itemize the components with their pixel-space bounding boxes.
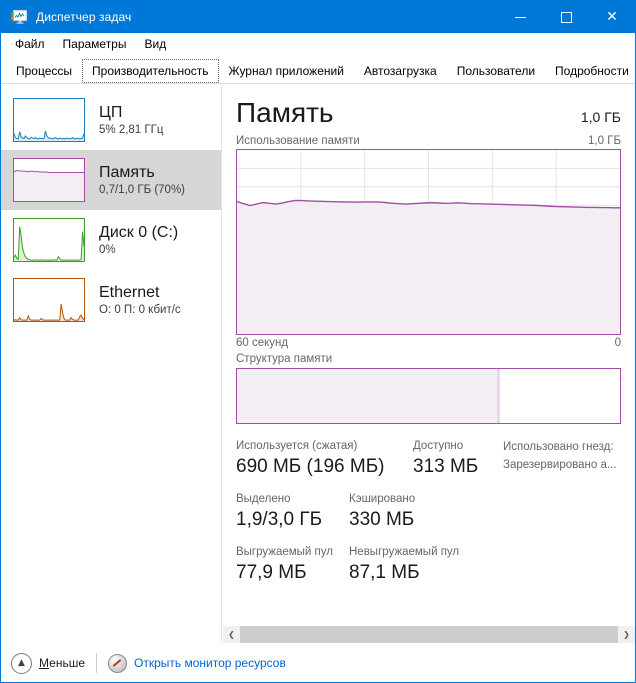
composition-in-use-segment	[237, 369, 498, 423]
window-controls: ✕	[497, 1, 635, 33]
tab-details[interactable]: Подробности	[545, 59, 636, 83]
content-area: ЦП 5% 2,81 ГГц Память 0,7/1,0 ГБ (70%) Д…	[1, 84, 635, 643]
close-icon: ✕	[606, 9, 618, 25]
fewer-details-label: Меньше	[39, 656, 85, 670]
menu-file[interactable]: Файл	[7, 35, 53, 54]
ethernet-sparkline	[13, 278, 85, 322]
task-manager-window: Диспетчер задач ✕ Файл Параметры Вид Про…	[0, 0, 636, 683]
maximize-icon	[560, 11, 572, 23]
sidebar-memory-title: Память	[99, 163, 155, 181]
minimize-icon	[514, 17, 526, 18]
window-title: Диспетчер задач	[36, 10, 132, 24]
scrollbar-thumb[interactable]	[240, 626, 618, 643]
sidebar-item-cpu[interactable]: ЦП 5% 2,81 ГГц	[1, 90, 221, 150]
tab-processes[interactable]: Процессы	[6, 59, 82, 83]
stat-nonpaged-pool: Невыгружаемый пул 87,1 МБ	[349, 544, 459, 585]
sidebar-item-ethernet[interactable]: Ethernet О: 0 П: 0 кбит/с	[1, 270, 221, 330]
menu-bar: Файл Параметры Вид	[1, 33, 635, 56]
minimize-button[interactable]	[497, 1, 543, 33]
sidebar-memory-text: Память 0,7/1,0 ГБ (70%)	[99, 163, 185, 198]
fewer-details-button[interactable]: ▲ Меньше	[11, 652, 85, 674]
memory-composition-bar[interactable]	[236, 368, 621, 424]
stat-cached-label: Кэшировано	[349, 493, 416, 505]
stat-hardware-reserved-label: Зарезервировано а...	[503, 459, 617, 471]
memory-detail-panel: Память 1,0 ГБ Использование памяти 1,0 Г…	[222, 84, 635, 643]
status-bar: ▲ Меньше Открыть монитор ресурсов	[1, 643, 635, 682]
tab-app-history[interactable]: Журнал приложений	[219, 59, 354, 83]
sidebar-memory-subtitle: 0,7/1,0 ГБ (70%)	[99, 183, 186, 196]
tab-bar: Процессы Производительность Журнал прило…	[1, 56, 635, 84]
resource-monitor-icon	[108, 653, 127, 673]
close-button[interactable]: ✕	[589, 1, 635, 33]
stat-available-label: Доступно	[413, 440, 464, 452]
stat-paged-pool: Выгружаемый пул 77,9 МБ	[236, 544, 349, 585]
chevron-up-icon: ▲	[11, 652, 32, 674]
fewer-details-rest: еньше	[49, 656, 85, 670]
sidebar-cpu-subtitle: 5% 2,81 ГГц	[99, 123, 164, 136]
menu-view[interactable]: Вид	[136, 35, 174, 54]
tab-performance[interactable]: Производительность	[82, 59, 219, 83]
memory-composition-label: Структура памяти	[236, 353, 333, 365]
horizontal-scrollbar[interactable]: ❮ ❯	[223, 626, 635, 643]
axis-label-left: 60 секунд	[236, 337, 289, 349]
title-bar: Диспетчер задач ✕	[1, 1, 635, 33]
scroll-left-arrow-icon[interactable]: ❮	[223, 626, 240, 643]
task-manager-icon	[10, 8, 28, 26]
open-resource-monitor-label: Открыть монитор ресурсов	[134, 656, 286, 670]
memory-usage-labels: Использование памяти 1,0 ГБ	[236, 135, 621, 147]
stat-paged-pool-label: Выгружаемый пул	[236, 546, 333, 558]
stat-in-use-label: Используется (сжатая)	[236, 440, 358, 452]
sidebar-item-disk[interactable]: Диск 0 (C:) 0%	[1, 210, 221, 270]
tab-startup[interactable]: Автозагрузка	[354, 59, 447, 83]
memory-header: Память 1,0 ГБ	[236, 96, 621, 130]
performance-sidebar: ЦП 5% 2,81 ГГц Память 0,7/1,0 ГБ (70%) Д…	[1, 84, 222, 643]
stat-committed-value: 1,9/3,0 ГБ	[236, 509, 323, 530]
stat-in-use-value: 690 МБ (196 МБ)	[236, 456, 385, 477]
axis-label-right: 0	[614, 337, 621, 349]
page-title: Память	[236, 97, 334, 128]
maximize-button[interactable]	[543, 1, 589, 33]
stat-row-3: Выгружаемый пул 77,9 МБ Невыгружаемый пу…	[236, 544, 621, 585]
menu-options[interactable]: Параметры	[55, 35, 135, 54]
stat-in-use: Используется (сжатая) 690 МБ (196 МБ)	[236, 438, 413, 479]
sidebar-ethernet-subtitle: О: 0 П: 0 кбит/с	[99, 303, 181, 316]
memory-sparkline	[13, 158, 85, 202]
memory-chart-axis: 60 секунд 0	[236, 337, 621, 349]
sidebar-ethernet-title: Ethernet	[99, 283, 160, 301]
memory-usage-max: 1,0 ГБ	[588, 135, 621, 147]
scrollbar-track[interactable]	[240, 626, 618, 643]
stat-cached: Кэшировано 330 МБ	[349, 491, 415, 532]
disk-sparkline	[13, 218, 85, 262]
memory-total: 1,0 ГБ	[580, 109, 621, 125]
open-resource-monitor-link[interactable]: Открыть монитор ресурсов	[108, 653, 286, 673]
sidebar-ethernet-text: Ethernet О: 0 П: 0 кбит/с	[99, 283, 181, 318]
stat-slots-notes: Использовано гнезд: Зарезервировано а...	[503, 438, 616, 479]
stat-committed-label: Выделено	[236, 493, 291, 505]
sidebar-cpu-title: ЦП	[99, 103, 123, 121]
sidebar-item-memory[interactable]: Память 0,7/1,0 ГБ (70%)	[1, 150, 221, 210]
stat-available: Доступно 313 МБ	[413, 438, 503, 479]
stat-available-value: 313 МБ	[413, 456, 479, 477]
stat-nonpaged-pool-value: 87,1 МБ	[349, 562, 420, 583]
tab-users[interactable]: Пользователи	[447, 59, 545, 83]
stat-committed: Выделено 1,9/3,0 ГБ	[236, 491, 349, 532]
status-separator	[96, 653, 97, 673]
sidebar-disk-text: Диск 0 (C:) 0%	[99, 223, 178, 258]
stat-slots-used-label: Использовано гнезд:	[503, 441, 614, 453]
scroll-right-arrow-icon[interactable]: ❯	[618, 626, 635, 643]
sidebar-disk-title: Диск 0 (C:)	[99, 223, 179, 241]
stat-row-2: Выделено 1,9/3,0 ГБ Кэшировано 330 МБ	[236, 491, 621, 532]
composition-free-segment	[500, 369, 620, 423]
sidebar-cpu-text: ЦП 5% 2,81 ГГц	[99, 103, 163, 138]
memory-statistics: Используется (сжатая) 690 МБ (196 МБ) До…	[236, 438, 621, 585]
stat-nonpaged-pool-label: Невыгружаемый пул	[349, 546, 460, 558]
cpu-sparkline	[13, 98, 85, 142]
memory-usage-chart	[236, 149, 621, 335]
stat-cached-value: 330 МБ	[349, 509, 415, 530]
memory-usage-label: Использование памяти	[236, 135, 360, 147]
stat-row-1: Используется (сжатая) 690 МБ (196 МБ) До…	[236, 438, 621, 479]
fewer-details-accel: М	[39, 656, 50, 670]
sidebar-disk-subtitle: 0%	[99, 243, 116, 256]
stat-paged-pool-value: 77,9 МБ	[236, 562, 307, 583]
